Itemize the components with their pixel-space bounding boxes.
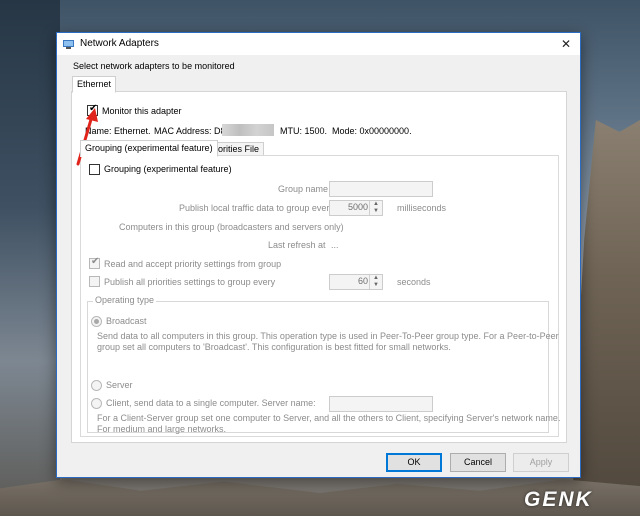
tab-grouping[interactable]: Grouping (experimental feature) — [80, 140, 218, 157]
server-radio[interactable] — [91, 380, 102, 391]
read-priority-checkbox[interactable]: ✔ — [89, 256, 100, 269]
network-adapter-icon — [63, 40, 74, 49]
group-name-input[interactable] — [329, 181, 433, 197]
publish-priorities-spinner[interactable]: 60 ▲ ▼ — [329, 274, 383, 290]
window-title: Network Adapters — [80, 38, 159, 49]
server-label: Server — [106, 380, 133, 390]
server-name-input[interactable] — [329, 396, 433, 412]
checkmark-icon: ✔ — [91, 256, 100, 267]
mtu-text: MTU: 1500. — [280, 126, 328, 136]
desktop-background-left — [0, 0, 60, 516]
publish-traffic-value: 5000 — [347, 202, 368, 212]
annotation-arrow-icon — [76, 108, 98, 166]
header-label: Select network adapters to be monitored — [73, 61, 235, 71]
monitor-adapter-label: Monitor this adapter — [102, 106, 182, 116]
computers-in-group-label: Computers in this group (broadcasters an… — [119, 222, 344, 232]
client-radio[interactable] — [91, 398, 102, 409]
broadcast-description-line-2: group set all computers to 'Broadcast'. … — [97, 342, 451, 352]
publish-traffic-unit: milliseconds — [397, 203, 447, 213]
publish-priorities-unit: seconds — [397, 277, 431, 287]
desktop-background-cliff — [572, 120, 640, 516]
ok-button[interactable]: OK — [386, 453, 442, 472]
group-name-label: Group name — [278, 184, 329, 194]
publish-priorities-value: 60 — [357, 276, 368, 286]
operating-type-legend: Operating type — [93, 295, 157, 305]
broadcast-radio[interactable] — [91, 316, 102, 327]
client-description-line-1: For a Client-Server group set one comput… — [97, 413, 561, 423]
read-priority-label: Read and accept priority settings from g… — [104, 259, 282, 269]
mac-address-redaction — [222, 124, 274, 136]
close-button[interactable]: ✕ — [552, 33, 580, 55]
mode-text: Mode: 0x00000000. — [332, 126, 412, 136]
network-adapters-dialog: Network Adapters ✕ Select network adapte… — [56, 32, 581, 478]
cancel-button[interactable]: Cancel — [450, 453, 506, 472]
apply-button[interactable]: Apply — [513, 453, 569, 472]
broadcast-label: Broadcast — [106, 316, 147, 326]
watermark-logo: GENK — [524, 488, 593, 511]
client-description-line-2: For medium and large networks. — [97, 424, 227, 434]
spinner-arrows-icon[interactable]: ▲ ▼ — [369, 201, 382, 215]
spinner-arrows-icon[interactable]: ▲ ▼ — [369, 275, 382, 289]
grouping-enable-label: Grouping (experimental feature) — [104, 164, 232, 174]
radio-selected-dot — [94, 319, 99, 324]
client-label: Client, send data to a single computer. … — [106, 398, 316, 408]
grouping-panel: Grouping (experimental feature) Group na… — [80, 155, 561, 437]
publish-traffic-spinner[interactable]: 5000 ▲ ▼ — [329, 200, 383, 216]
adapter-panel: ✔ Monitor this adapter Name: Ethernet. M… — [71, 91, 567, 443]
mac-address-text: MAC Address: D8 — [154, 126, 226, 136]
publish-priorities-checkbox[interactable] — [89, 276, 100, 287]
tab-ethernet[interactable]: Ethernet — [72, 76, 117, 93]
publish-priorities-label: Publish all priorities settings to group… — [104, 277, 276, 287]
broadcast-description-line-1: Send data to all computers in this group… — [97, 331, 559, 341]
title-bar[interactable]: Network Adapters ✕ — [57, 33, 580, 55]
last-refresh-label: Last refresh at — [268, 240, 326, 250]
publish-traffic-label: Publish local traffic data to group ever… — [179, 203, 334, 213]
last-refresh-value: ... — [331, 240, 339, 250]
